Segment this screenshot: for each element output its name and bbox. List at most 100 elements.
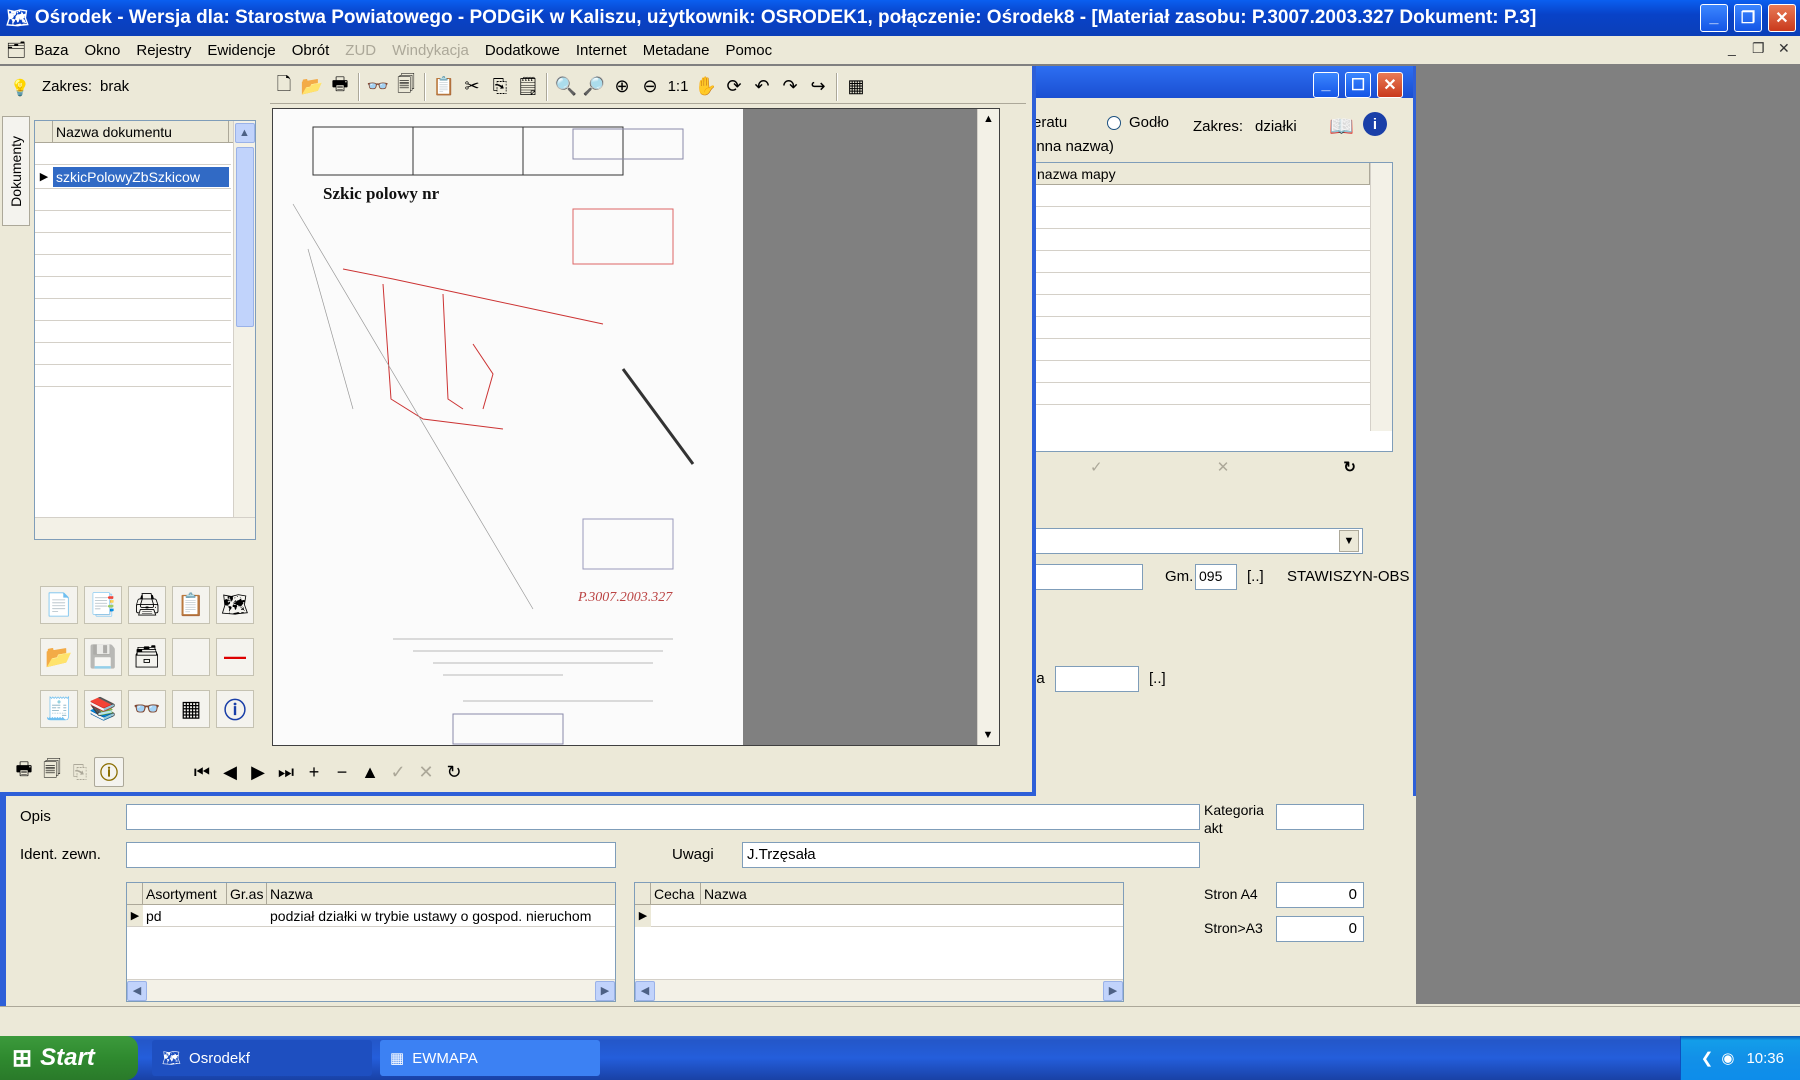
save-button[interactable]: 💾 [84,638,122,676]
map-cancel-icon[interactable]: ✕ [1160,458,1287,480]
glasses-view-icon[interactable]: 👓 [364,73,392,101]
map-close-button[interactable]: ✕ [1377,72,1403,98]
tab-dokumenty[interactable]: Dokumenty [2,116,30,226]
layer-button[interactable]: 🧾 [40,690,78,728]
copy-icon[interactable]: ⎘ [486,73,514,101]
next-record-icon[interactable]: ▶ [244,758,272,786]
scroll-thumb[interactable] [235,147,254,327]
print-icon[interactable]: 🖶 [326,73,354,101]
document-grid-hscroll[interactable] [35,517,255,539]
strona4-field[interactable]: 0 [1276,882,1364,908]
info-button[interactable]: ⓘ [216,690,254,728]
post-record-icon[interactable]: ✓ [384,758,412,786]
edit-record-icon[interactable]: ▲ [356,758,384,786]
color-grid-button[interactable]: ▦ [172,690,210,728]
glasses-button[interactable]: 👓 [128,690,166,728]
cut-icon[interactable]: ✂ [458,73,486,101]
tray-network-icon[interactable]: ◉ [1721,1049,1734,1067]
map-button[interactable]: 🗺 [216,586,254,624]
menu-dodatkowe[interactable]: Dodatkowe [477,42,568,59]
open-folder-button[interactable]: 📂 [40,638,78,676]
layer-edit-button[interactable]: 📚 [84,690,122,728]
print-icon[interactable]: 🖶 [10,758,38,786]
kategoria-field[interactable] [1276,804,1364,830]
minimize-button[interactable]: _ [1700,4,1728,32]
mdi-doc-icon[interactable]: 🗂 [6,40,26,60]
map-field-1[interactable] [1033,564,1143,590]
copy-disabled-icon[interactable]: ⎘ [66,758,94,786]
new-document-button[interactable]: 📄 [40,586,78,624]
opis-field[interactable] [126,804,1200,830]
map-field-2[interactable] [1055,666,1139,692]
open-icon[interactable]: 📂 [298,73,326,101]
table-row[interactable]: ▶ pd podział działki w trybie ustawy o g… [127,905,615,927]
start-button[interactable]: ⊞ Start [0,1036,138,1080]
cecha-grid[interactable]: Cecha Nazwa ▶ ◀ ▶ [634,882,1124,1002]
book-icon[interactable]: 📖 [1329,114,1354,139]
info-icon[interactable]: ⓘ [94,757,124,787]
strona3-field[interactable]: 0 [1276,916,1364,942]
godlo-radio[interactable] [1107,116,1121,130]
paste-button[interactable]: 📋 [172,586,210,624]
uwagi-field[interactable]: J.Trzęsała [742,842,1200,868]
mdi-restore-icon[interactable]: ❐ [1752,40,1765,57]
menu-metadane[interactable]: Metadane [635,42,718,59]
add-record-icon[interactable]: + [300,758,328,786]
rotate-icon[interactable]: ⟳ [720,73,748,101]
zoom-area-icon[interactable]: 🔎 [580,73,608,101]
menu-baza[interactable]: Baza [26,42,76,59]
first-record-icon[interactable]: ⏮ [188,758,216,786]
pan-hand-icon[interactable]: ✋ [692,73,720,101]
cancel-record-icon[interactable]: ✕ [412,758,440,786]
menu-pomoc[interactable]: Pomoc [717,42,780,59]
image-viewport[interactable]: Szkic polowy nr P.3007.2003.327 ▲ ▼ [272,108,1000,746]
gm-lookup-button[interactable]: [..] [1247,568,1264,585]
rotate-left-icon[interactable]: ↶ [748,73,776,101]
info-icon[interactable]: i [1363,112,1387,136]
map-grid-vscroll[interactable] [1370,163,1392,431]
menu-zud[interactable]: ZUD [337,42,384,59]
chevron-down-icon[interactable]: ▼ [1339,530,1359,552]
blank-button[interactable] [172,638,210,676]
last-record-icon[interactable]: ⏭ [272,758,300,786]
new-page-icon[interactable]: 🗋 [270,73,298,101]
zoom-in-icon[interactable]: ⊕ [608,73,636,101]
mdi-close-icon[interactable]: ✕ [1778,40,1790,57]
table-row[interactable]: ▶ [635,904,1123,927]
menu-obrot[interactable]: Obrót [284,42,338,59]
copy-document-button[interactable]: 📑 [84,586,122,624]
scan-button[interactable]: 🖨 [128,586,166,624]
gm-field[interactable]: 095 [1195,564,1237,590]
pages-icon[interactable]: 🗐 [392,73,420,101]
map-approve-icon[interactable]: ✓ [1033,458,1160,480]
zoom-out-icon[interactable]: ⊖ [636,73,664,101]
clipboard-copy-icon[interactable]: 🗒 [514,73,542,101]
menu-okno[interactable]: Okno [77,42,129,59]
attach-button[interactable]: 🗃 [128,638,166,676]
viewer-vscroll[interactable]: ▲ ▼ [977,109,999,745]
prev-record-icon[interactable]: ◀ [216,758,244,786]
tray-expand-icon[interactable]: ❮ [1701,1049,1714,1067]
menu-internet[interactable]: Internet [568,42,635,59]
delete-button[interactable]: — [216,638,254,676]
ident-field[interactable] [126,842,616,868]
map-refresh-icon[interactable]: ↻ [1286,458,1413,480]
paste-icon[interactable]: 📋 [430,73,458,101]
taskbar-item-ewmapa[interactable]: ▦ EWMAPA [380,1040,600,1076]
document-grid-vscroll[interactable]: ▲ [233,121,255,517]
delete-record-icon[interactable]: − [328,758,356,786]
print-stack-icon[interactable]: 🗐 [38,758,66,786]
menu-rejestry[interactable]: Rejestry [128,42,199,59]
cecha-hscroll[interactable]: ◀ ▶ [635,979,1123,1001]
menu-windykacja[interactable]: Windykacja [384,42,477,59]
asort-hscroll[interactable]: ◀ ▶ [127,979,615,1001]
restore-button[interactable]: ❐ [1734,4,1762,32]
map-minimize-button[interactable]: _ [1313,72,1339,98]
rotate-right-icon[interactable]: ↷ [776,73,804,101]
redo-icon[interactable]: ↪ [804,73,832,101]
map-maximize-button[interactable]: ☐ [1345,72,1371,98]
close-button[interactable]: ✕ [1768,4,1796,32]
map-combo[interactable] [1033,528,1363,554]
document-grid[interactable]: Nazwa dokumentu ▶ szkicPolowyZbSzkicow ▲ [34,120,256,540]
field2-lookup-button[interactable]: [..] [1149,670,1166,687]
